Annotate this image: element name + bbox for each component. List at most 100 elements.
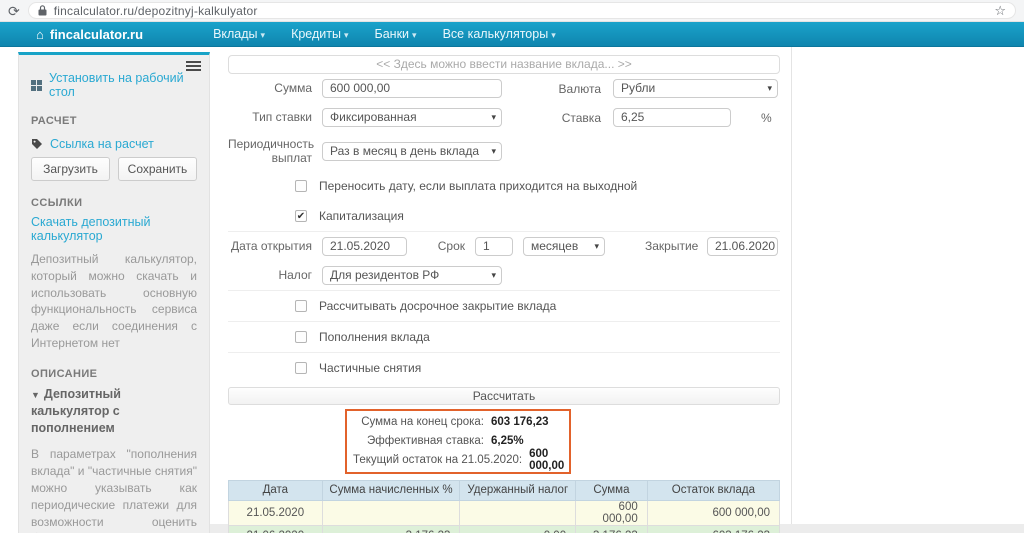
result-label: Сумма на конец срока:: [353, 416, 484, 428]
address-bar[interactable]: fincalculator.ru/depozitnyj-kalkulyator …: [28, 2, 1016, 19]
date-row: Дата открытия 21.05.2020 Срок 1 месяцев▾…: [228, 231, 780, 261]
calc-link[interactable]: Ссылка на расчет: [31, 137, 197, 151]
capitalization-label: Капитализация: [319, 209, 404, 223]
currency-label: Валюта: [541, 82, 601, 96]
currency-select[interactable]: Рубли▾: [613, 79, 778, 98]
bookmark-star-icon[interactable]: ☆: [994, 4, 1006, 17]
load-button[interactable]: Загрузить: [31, 157, 110, 181]
deposit-description: В параметрах "пополнения вклада" и "част…: [31, 446, 197, 533]
rate-row: Тип ставки Фиксированная▾ Ставка 6,25 %: [228, 103, 780, 132]
brand-label: fincalculator.ru: [50, 27, 143, 42]
early-close-checkbox[interactable]: [295, 300, 307, 312]
refill-checkbox[interactable]: [295, 331, 307, 343]
triangle-down-icon: ▼: [31, 390, 40, 400]
deposit-name-input[interactable]: << Здесь можно ввести название вклада...…: [228, 55, 780, 74]
result-row: Текущий остаток на 21.05.2020: 600 000,0…: [353, 451, 563, 470]
page-body: Установить на рабочий стол РАСЧЕТ Ссылка…: [0, 47, 1024, 533]
nav-item-kredity[interactable]: Кредиты▾: [291, 27, 348, 41]
capitalization-checkbox[interactable]: ✔: [295, 210, 307, 222]
result-row: Сумма на конец срока: 603 176,23: [353, 413, 563, 432]
tax-row: Налог Для резидентов РФ▾: [228, 261, 780, 290]
payments-table: Дата Сумма начисленных % Удержанный нало…: [228, 480, 780, 533]
cell-interest: [322, 500, 460, 525]
move-date-row: Переносить дату, если выплата приходится…: [228, 171, 780, 201]
rate-label: Ставка: [541, 111, 601, 125]
table-row: 21.06.2020 3 176,23 0,00 3 176,23 603 17…: [229, 525, 780, 533]
sum-label: Сумма: [228, 81, 312, 95]
period-select[interactable]: Раз в месяц в день вклада▾: [322, 142, 502, 161]
col-header: Удержанный налог: [460, 480, 576, 500]
chevron-down-icon: ▾: [594, 238, 599, 255]
deposit-toggle-title[interactable]: ▼Депозитный калькулятор с пополнением: [31, 386, 197, 437]
chevron-down-icon: ▾: [491, 143, 496, 160]
move-date-checkbox[interactable]: [295, 180, 307, 192]
chevron-down-icon: ▾: [261, 30, 266, 40]
lock-icon: [38, 5, 47, 16]
reload-icon[interactable]: ⟳: [8, 4, 20, 18]
sidebar: Установить на рабочий стол РАСЧЕТ Ссылка…: [18, 52, 210, 533]
sum-row: Сумма 600 000,00 Валюта Рубли▾: [228, 74, 780, 103]
rate-input[interactable]: 6,25: [613, 108, 731, 127]
calculator-panel: << Здесь можно ввести название вклада...…: [228, 47, 792, 524]
nav-item-banki[interactable]: Банки▾: [375, 27, 417, 41]
col-header: Дата: [229, 480, 323, 500]
tax-select[interactable]: Для резидентов РФ▾: [322, 266, 502, 285]
cell-sum: 3 176,23: [576, 525, 648, 533]
chevron-down-icon: ▾: [551, 30, 556, 40]
cell-interest: 3 176,23: [322, 525, 460, 533]
table-row: 21.05.2020 600 000,00 600 000,00: [229, 500, 780, 525]
install-desktop-link[interactable]: Установить на рабочий стол: [31, 71, 197, 99]
browser-bar: ⟳ fincalculator.ru/depozitnyj-kalkulyato…: [0, 0, 1024, 22]
open-date-label: Дата открытия: [228, 239, 312, 253]
term-label: Срок: [431, 239, 465, 253]
sum-input[interactable]: 600 000,00: [322, 79, 502, 98]
col-header: Остаток вклада: [647, 480, 779, 500]
home-icon: ⌂: [36, 28, 44, 41]
tag-icon: [31, 138, 43, 150]
chevron-down-icon: ▾: [412, 30, 417, 40]
section-header-description: ОПИСАНИЕ: [31, 368, 197, 380]
rate-type-select[interactable]: Фиксированная▾: [322, 108, 502, 127]
term-unit-select[interactable]: месяцев▾: [523, 237, 605, 256]
chevron-down-icon: ▾: [344, 30, 349, 40]
grid-icon: [31, 80, 42, 91]
download-calculator-link[interactable]: Скачать депозитный калькулятор: [31, 215, 197, 243]
cell-date: 21.06.2020: [229, 525, 323, 533]
nav-menu: Вклады▾ Кредиты▾ Банки▾ Все калькуляторы…: [213, 27, 556, 41]
tax-label: Налог: [228, 268, 312, 282]
chevron-down-icon: ▾: [491, 267, 496, 284]
result-value: 600 000,00: [529, 448, 564, 472]
result-label: Текущий остаток на 21.05.2020:: [353, 454, 522, 466]
cell-balance: 600 000,00: [647, 500, 779, 525]
early-close-label: Рассчитывать досрочное закрытие вклада: [319, 299, 556, 313]
cell-date: 21.05.2020: [229, 500, 323, 525]
calc-buttons: Загрузить Сохранить: [31, 157, 197, 181]
nav-item-all-calculators[interactable]: Все калькуляторы▾: [443, 27, 556, 41]
rate-type-label: Тип ставки: [228, 110, 312, 124]
result-label: Эффективная ставка:: [353, 435, 484, 447]
save-button[interactable]: Сохранить: [118, 157, 197, 181]
capitalization-row: ✔ Капитализация: [228, 201, 780, 231]
calculate-button[interactable]: Рассчитать: [228, 387, 780, 405]
table-header-row: Дата Сумма начисленных % Удержанный нало…: [229, 480, 780, 500]
move-date-label: Переносить дату, если выплата приходится…: [319, 179, 637, 193]
download-description: Депозитный калькулятор, который можно ск…: [31, 251, 197, 352]
early-close-row: Рассчитывать досрочное закрытие вклада: [228, 290, 780, 321]
open-date-input[interactable]: 21.05.2020: [322, 237, 407, 256]
sidebar-menu-icon[interactable]: [186, 59, 201, 73]
results-box: Сумма на конец срока: 603 176,23 Эффекти…: [345, 409, 571, 474]
result-value: 603 176,23: [491, 416, 563, 428]
term-input[interactable]: 1: [475, 237, 513, 256]
section-header-calc: РАСЧЕТ: [31, 115, 197, 127]
cell-sum: 600 000,00: [576, 500, 648, 525]
withdraw-checkbox[interactable]: [295, 362, 307, 374]
cell-tax: [460, 500, 576, 525]
url-text: fincalculator.ru/depozitnyj-kalkulyator: [54, 4, 258, 18]
close-date-input[interactable]: 21.06.2020: [707, 237, 778, 256]
brand-link[interactable]: ⌂ fincalculator.ru: [36, 27, 143, 42]
withdraw-row: Частичные снятия: [228, 352, 780, 383]
nav-item-vklady[interactable]: Вклады▾: [213, 27, 265, 41]
refill-row: Пополнения вклада: [228, 321, 780, 352]
percent-suffix: %: [761, 111, 772, 125]
cell-tax: 0,00: [460, 525, 576, 533]
